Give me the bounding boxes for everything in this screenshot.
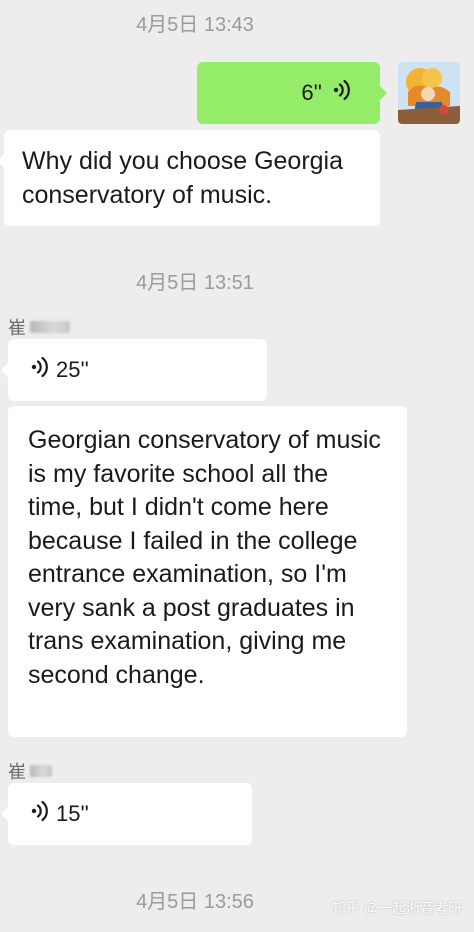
voice-wave-icon bbox=[30, 356, 50, 384]
voice-duration: 6'' bbox=[301, 80, 322, 105]
received-voice-message[interactable]: 15'' bbox=[1, 783, 252, 845]
received-voice-message[interactable]: 25'' bbox=[1, 339, 267, 401]
voice-duration: 15'' bbox=[56, 801, 89, 826]
message-text: Why did you choose Georgia conservatory … bbox=[22, 147, 344, 209]
user-avatar-icon[interactable] bbox=[398, 62, 460, 124]
sender-name: 崔 bbox=[8, 314, 70, 340]
watermark: 知乎 @一起浙音考研 bbox=[331, 900, 462, 916]
received-text-message[interactable]: Georgian conservatory of music is my fav… bbox=[8, 406, 407, 737]
timestamp: 4月5日 13:43 bbox=[136, 14, 254, 36]
received-text-message[interactable]: Why did you choose Georgia conservatory … bbox=[0, 130, 380, 226]
message-text: Georgian conservatory of music is my fav… bbox=[28, 426, 381, 689]
timestamp: 4月5日 13:51 bbox=[136, 272, 254, 294]
sender-name: 崔 bbox=[8, 758, 52, 784]
voice-duration: 25'' bbox=[56, 357, 89, 382]
voice-wave-icon bbox=[332, 79, 352, 107]
sent-voice-message[interactable]: 6'' bbox=[197, 62, 387, 124]
voice-wave-icon bbox=[30, 800, 50, 828]
